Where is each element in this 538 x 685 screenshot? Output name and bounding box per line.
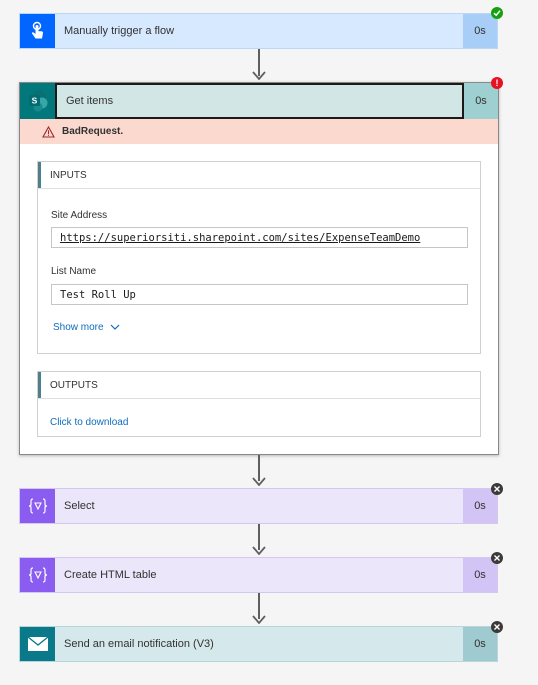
outputs-panel: OUTPUTS Click to download bbox=[37, 371, 481, 437]
inputs-heading: INPUTS bbox=[38, 162, 480, 189]
step-title: Get items bbox=[66, 95, 114, 107]
skipped-x-icon bbox=[491, 483, 503, 495]
sharepoint-icon: S bbox=[20, 83, 55, 119]
error-banner: BadRequest. bbox=[20, 119, 498, 144]
step-get-items: S Get items 0s BadRequest. INPUTS Site A… bbox=[19, 82, 499, 455]
chevron-down-icon bbox=[110, 324, 120, 330]
skipped-x-icon bbox=[491, 621, 503, 633]
step-duration: 0s bbox=[463, 489, 497, 523]
success-check-icon bbox=[491, 7, 503, 19]
error-icon: ! bbox=[491, 77, 503, 89]
inputs-panel: INPUTS Site Address https://superiorsiti… bbox=[37, 161, 481, 354]
touch-hand-icon bbox=[20, 14, 55, 48]
skipped-x-icon bbox=[491, 552, 503, 564]
list-name-label: List Name bbox=[51, 266, 97, 277]
get-items-header[interactable]: S Get items 0s bbox=[20, 83, 498, 119]
get-items-title-box[interactable]: Get items bbox=[55, 83, 464, 119]
show-more-link[interactable]: Show more bbox=[53, 322, 120, 333]
step-duration: 0s bbox=[463, 558, 497, 592]
mail-icon bbox=[20, 627, 55, 661]
data-operation-icon bbox=[20, 489, 55, 523]
arrow-down-icon bbox=[252, 71, 266, 80]
step-title: Send an email notification (V3) bbox=[64, 638, 214, 650]
error-message: BadRequest. bbox=[62, 126, 124, 137]
warning-icon bbox=[42, 125, 55, 138]
step-select[interactable]: Select 0s bbox=[19, 488, 498, 524]
step-duration: 0s bbox=[463, 627, 497, 661]
step-duration: 0s bbox=[464, 83, 498, 119]
step-duration: 0s bbox=[463, 14, 497, 48]
step-manual-trigger[interactable]: Manually trigger a flow 0s bbox=[19, 13, 498, 49]
click-to-download-link[interactable]: Click to download bbox=[50, 417, 128, 428]
arrow-down-icon bbox=[252, 477, 266, 486]
data-operation-icon bbox=[20, 558, 55, 592]
arrow-down-icon bbox=[252, 615, 266, 624]
outputs-heading: OUTPUTS bbox=[38, 372, 480, 399]
step-title: Select bbox=[64, 500, 95, 512]
svg-text:S: S bbox=[31, 96, 37, 106]
list-name-field[interactable]: Test Roll Up bbox=[51, 284, 468, 305]
step-send-email[interactable]: Send an email notification (V3) 0s bbox=[19, 626, 498, 662]
step-title: Manually trigger a flow bbox=[64, 25, 175, 37]
site-address-label: Site Address bbox=[51, 210, 108, 221]
step-title: Create HTML table bbox=[64, 569, 157, 581]
site-address-field[interactable]: https://superiorsiti.sharepoint.com/site… bbox=[51, 227, 468, 248]
arrow-down-icon bbox=[252, 546, 266, 555]
step-create-html-table[interactable]: Create HTML table 0s bbox=[19, 557, 498, 593]
